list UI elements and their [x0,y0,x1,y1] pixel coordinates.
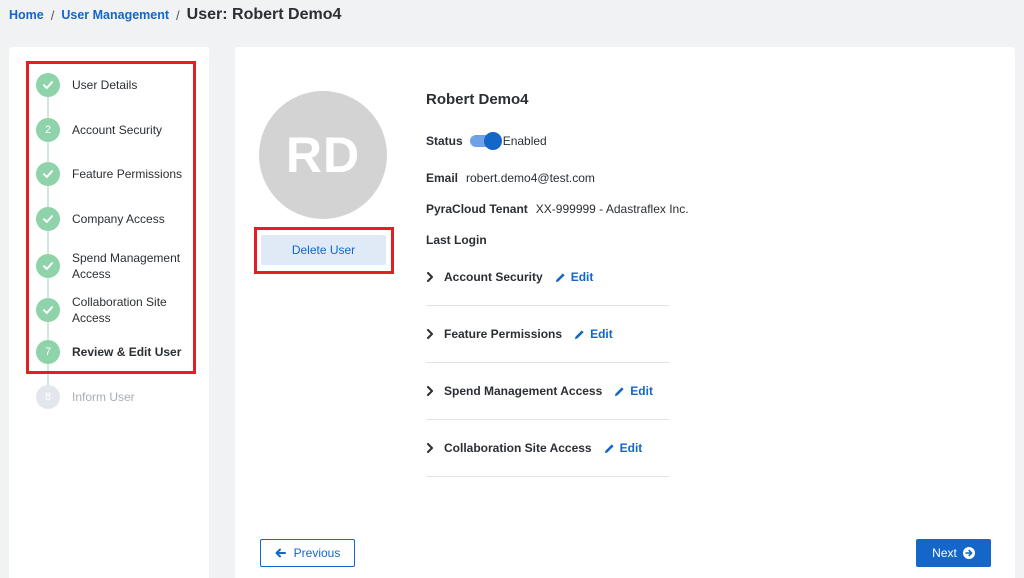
step-label: Company Access [72,212,165,226]
status-value: Enabled [502,134,547,148]
step-feature-permissions[interactable]: Feature Permissions [36,162,196,186]
step-user-details[interactable]: User Details [36,73,196,97]
step-label: Inform User [72,390,135,404]
chevron-right-icon[interactable] [426,442,436,454]
last-login-field: Last Login [426,233,495,247]
check-icon [36,162,60,186]
page-title: User: Robert Demo4 [186,6,342,23]
edit-label: Edit [570,270,594,284]
check-icon [36,207,60,231]
pencil-icon [574,329,584,339]
edit-spend-management-access-link[interactable]: Edit [614,384,653,398]
tenant-value: XX-999999 - Adastraflex Inc. [535,202,689,216]
delete-user-button[interactable]: Delete User [261,235,386,265]
section-title[interactable]: Feature Permissions [444,327,562,341]
user-name: Robert Demo4 [426,91,529,108]
email-label: Email [426,171,459,185]
section-feature-permissions: Feature Permissions Edit [426,306,669,363]
previous-button[interactable]: Previous [260,539,355,567]
pencil-icon [615,386,624,396]
status-field: Status Enabled [426,132,547,150]
edit-label: Edit [619,441,643,455]
pencil-icon [604,443,614,453]
step-label: Review & Edit User [72,345,182,359]
step-label: Feature Permissions [72,167,183,181]
arrow-right-circle-icon [962,547,975,559]
edit-label: Edit [590,327,613,341]
edit-collaboration-site-access-link[interactable]: Edit [604,441,643,455]
avatar: RD [259,91,387,219]
breadcrumb-home-link[interactable]: Home [9,8,44,22]
chevron-right-icon[interactable] [426,328,436,340]
step-number: 7 [36,340,60,364]
section-account-security: Account Security Edit [426,249,669,306]
edit-label: Edit [630,384,653,398]
step-spend-management-access[interactable]: Spend Management Access [36,250,196,282]
section-title[interactable]: Spend Management Access [444,384,602,398]
last-login-label: Last Login [426,233,487,247]
section-title[interactable]: Collaboration Site Access [444,441,592,455]
chevron-right-icon[interactable] [426,271,436,283]
email-value: robert.demo4@test.com [466,171,595,185]
step-number: 8 [36,385,60,409]
check-icon [36,254,60,278]
step-inform-user: 8 Inform User [36,385,196,409]
check-icon [36,73,60,97]
status-toggle[interactable] [469,132,502,150]
step-number: 2 [36,118,60,142]
section-spend-management-access: Spend Management Access Edit [426,363,669,420]
step-collaboration-site-access[interactable]: Collaboration Site Access [36,294,196,326]
breadcrumb-separator: / [50,7,55,23]
section-collaboration-site-access: Collaboration Site Access Edit [426,420,669,477]
edit-account-security-link[interactable]: Edit [555,270,594,284]
toggle-knob [483,132,502,150]
tenant-label: PyraCloud Tenant [426,202,528,216]
step-review-edit-user[interactable]: 7 Review & Edit User [36,340,196,364]
edit-feature-permissions-link[interactable]: Edit [574,327,613,341]
arrow-left-icon [275,548,286,558]
pencil-icon [555,272,565,282]
check-icon [36,298,60,322]
step-account-security[interactable]: 2 Account Security [36,118,196,142]
previous-label: Previous [293,546,341,560]
next-button[interactable]: Next [916,539,991,567]
section-title[interactable]: Account Security [444,270,543,284]
step-label: User Details [72,78,138,92]
chevron-right-icon[interactable] [426,385,436,397]
step-label: Account Security [72,123,163,137]
step-label: Collaboration Site Access [72,295,167,325]
status-label: Status [426,134,463,148]
breadcrumb: Home / User Management / User: Robert De… [9,6,341,24]
email-field: Email robert.demo4@test.com [426,171,595,185]
step-company-access[interactable]: Company Access [36,207,196,231]
breadcrumb-separator: / [176,7,180,23]
next-label: Next [932,546,957,560]
breadcrumb-user-management-link[interactable]: User Management [61,8,169,22]
step-label: Spend Management Access [72,251,181,281]
tenant-field: PyraCloud Tenant XX-999999 - Adastraflex… [426,202,689,216]
